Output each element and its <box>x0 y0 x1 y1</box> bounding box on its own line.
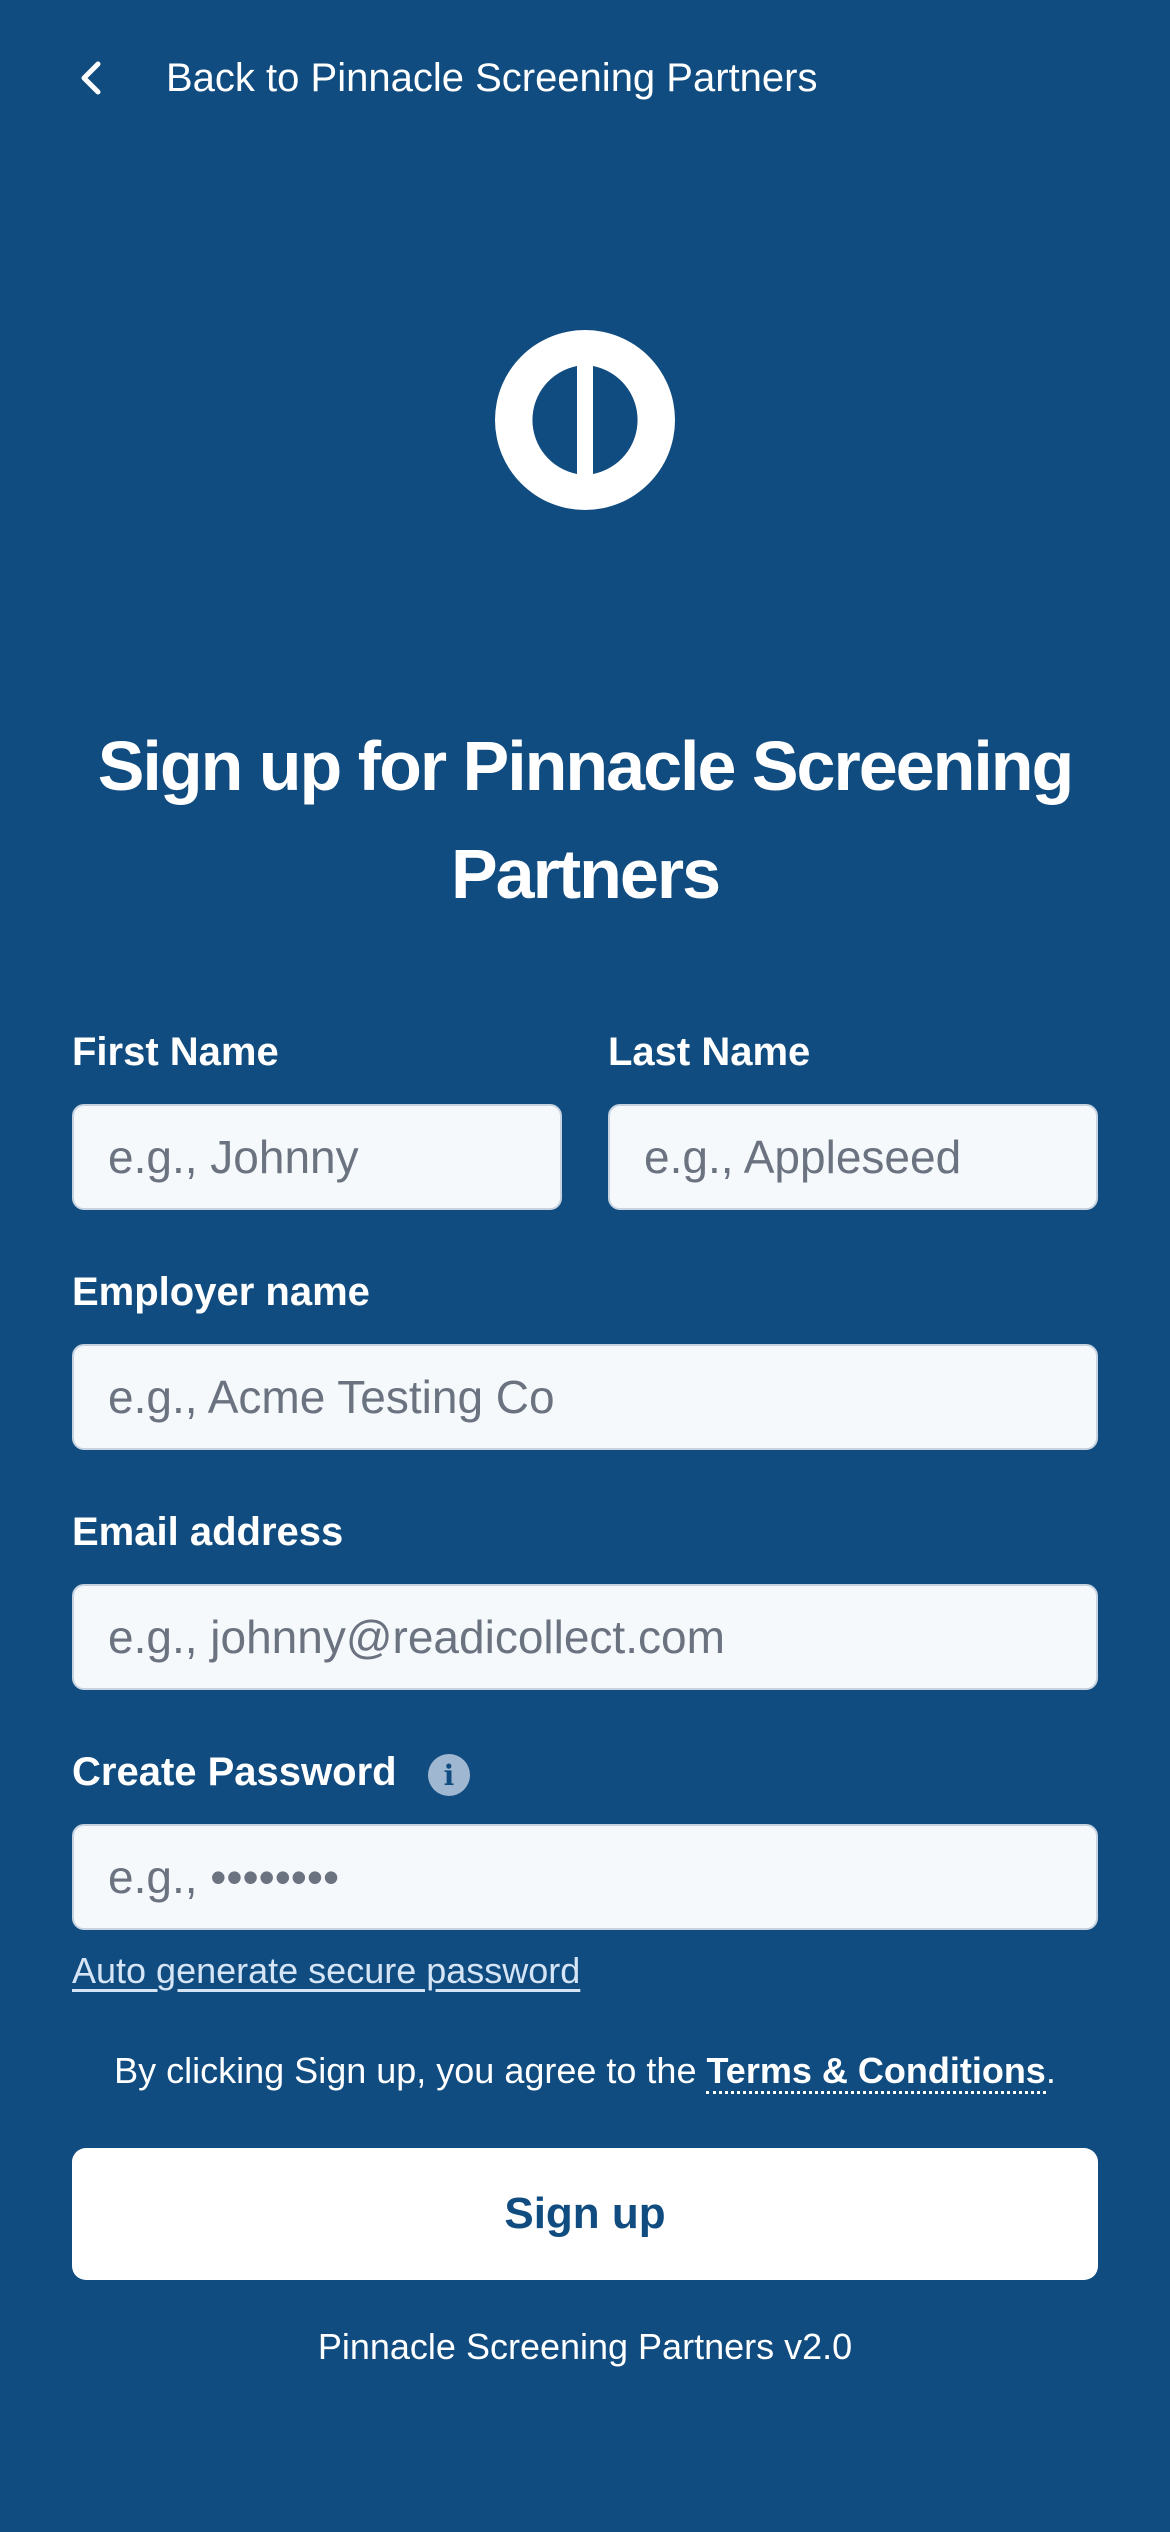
password-label: Create Password <box>72 1750 397 1794</box>
terms-link[interactable]: Terms & Conditions <box>706 2050 1046 2094</box>
back-label: Back to Pinnacle Screening Partners <box>166 55 818 100</box>
terms-prefix: By clicking Sign up, you agree to the <box>114 2050 707 2091</box>
info-icon[interactable]: i <box>428 1754 470 1796</box>
sign-up-button[interactable]: Sign up <box>72 2148 1098 2280</box>
page-title: Sign up for Pinnacle Screening Partners <box>97 727 1075 913</box>
employer-label: Employer name <box>72 1270 370 1314</box>
last-name-input[interactable] <box>608 1104 1098 1210</box>
auto-generate-password-link[interactable]: Auto generate secure password <box>72 1950 580 1992</box>
first-name-input[interactable] <box>72 1104 562 1210</box>
email-label: Email address <box>72 1510 344 1554</box>
version-footer: Pinnacle Screening Partners v2.0 <box>317 2326 853 2367</box>
email-input[interactable] <box>72 1584 1098 1690</box>
back-button[interactable]: Back to Pinnacle Screening Partners <box>62 42 817 114</box>
top-bar: Back to Pinnacle Screening Partners <box>0 0 1170 160</box>
first-name-label: First Name <box>72 1030 279 1074</box>
last-name-label: Last Name <box>608 1030 811 1074</box>
terms-suffix: . <box>1045 2050 1056 2091</box>
employer-input[interactable] <box>72 1344 1098 1450</box>
terms-text: By clicking Sign up, you agree to the Te… <box>0 2050 1170 2094</box>
pinnacle-logo <box>495 330 675 510</box>
password-input[interactable] <box>72 1824 1098 1930</box>
chevron-left-icon <box>62 48 122 108</box>
